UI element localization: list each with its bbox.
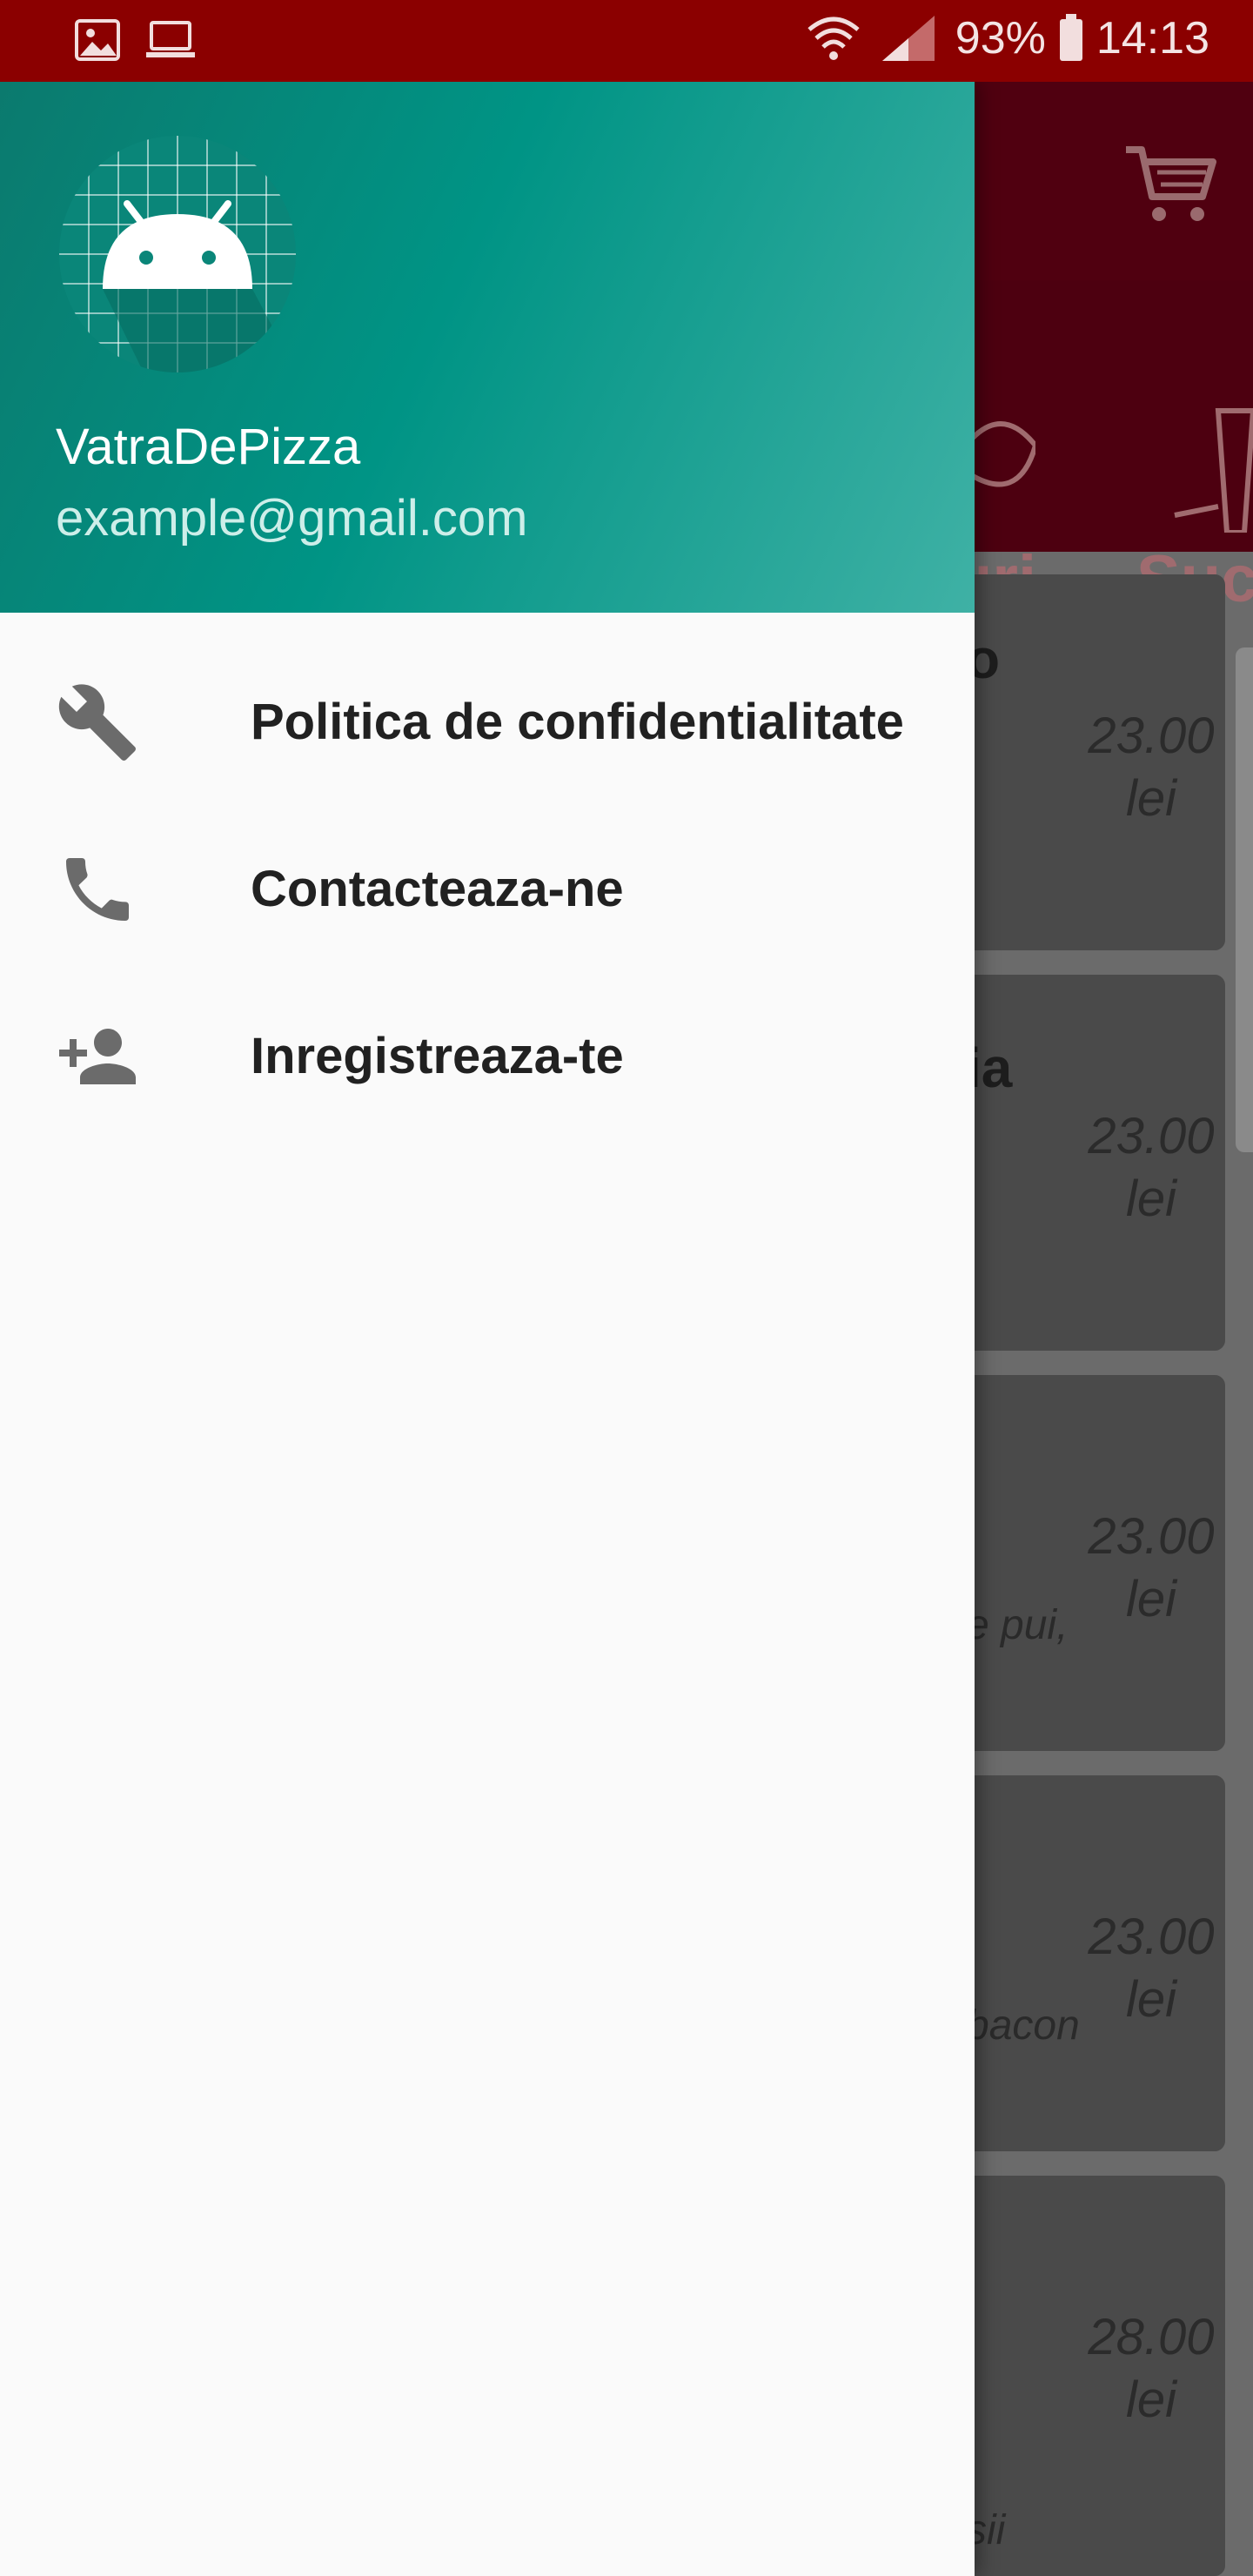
drawer-menu: Politica de confidentialitate Contacteaz…: [0, 639, 975, 1140]
product-card[interactable]: ia , 23.00 lei: [940, 975, 1225, 1351]
product-price: 23.00 lei: [1088, 1508, 1215, 1627]
product-price: 23.00 lei: [1088, 1909, 1215, 2028]
scrollbar[interactable]: [1236, 647, 1253, 1152]
signal-icon: [881, 16, 935, 61]
bowl-icon: [966, 421, 1035, 487]
product-price: 28.00 lei: [1088, 2309, 1215, 2428]
product-price: 23.00 lei: [1088, 708, 1215, 827]
product-description: e pui,: [966, 1602, 1069, 1648]
cart-icon[interactable]: [1122, 141, 1218, 228]
navigation-drawer: VatraDePizza example@gmail.com Politica …: [0, 82, 975, 2576]
product-card[interactable]: bacon 23.00 lei: [940, 1775, 1225, 2151]
menu-item-privacy-policy[interactable]: Politica de confidentialitate: [0, 639, 975, 806]
drawer-header: VatraDePizza example@gmail.com: [0, 82, 975, 613]
battery-percent: 93%: [955, 13, 1046, 64]
menu-item-label: Inregistreaza-te: [251, 1028, 624, 1084]
notification-icons: [75, 19, 197, 61]
menu-item-contact[interactable]: Contacteaza-ne: [0, 806, 975, 973]
product-card[interactable]: sii 28.00 lei: [940, 2176, 1225, 2576]
product-description: bacon: [966, 2002, 1080, 2049]
menu-item-label: Contacteaza-ne: [251, 861, 624, 917]
add-person-icon: [59, 1029, 136, 1084]
product-card[interactable]: e pui, 23.00 lei: [940, 1375, 1225, 1751]
phone-icon: [66, 858, 129, 921]
battery-icon: [1059, 14, 1082, 61]
android-logo-icon: [59, 136, 296, 372]
clock: 14:13: [1096, 13, 1209, 64]
drink-icon: [1174, 408, 1253, 533]
product-card[interactable]: o 23.00 lei: [940, 574, 1225, 950]
menu-item-label: Politica de confidentialitate: [251, 694, 904, 750]
user-email: example@gmail.com: [56, 490, 528, 547]
user-name: VatraDePizza: [56, 419, 361, 475]
product-price: 23.00 lei: [1088, 1108, 1215, 1227]
menu-item-register[interactable]: Inregistreaza-te: [0, 973, 975, 1140]
gallery-icon: [75, 19, 120, 61]
status-bar: 93% 14:13: [0, 0, 1253, 82]
wifi-icon: [807, 17, 860, 60]
status-indicators: 93% 14:13: [806, 12, 1209, 64]
wrench-icon: [58, 684, 136, 761]
laptop-icon: [146, 21, 195, 57]
